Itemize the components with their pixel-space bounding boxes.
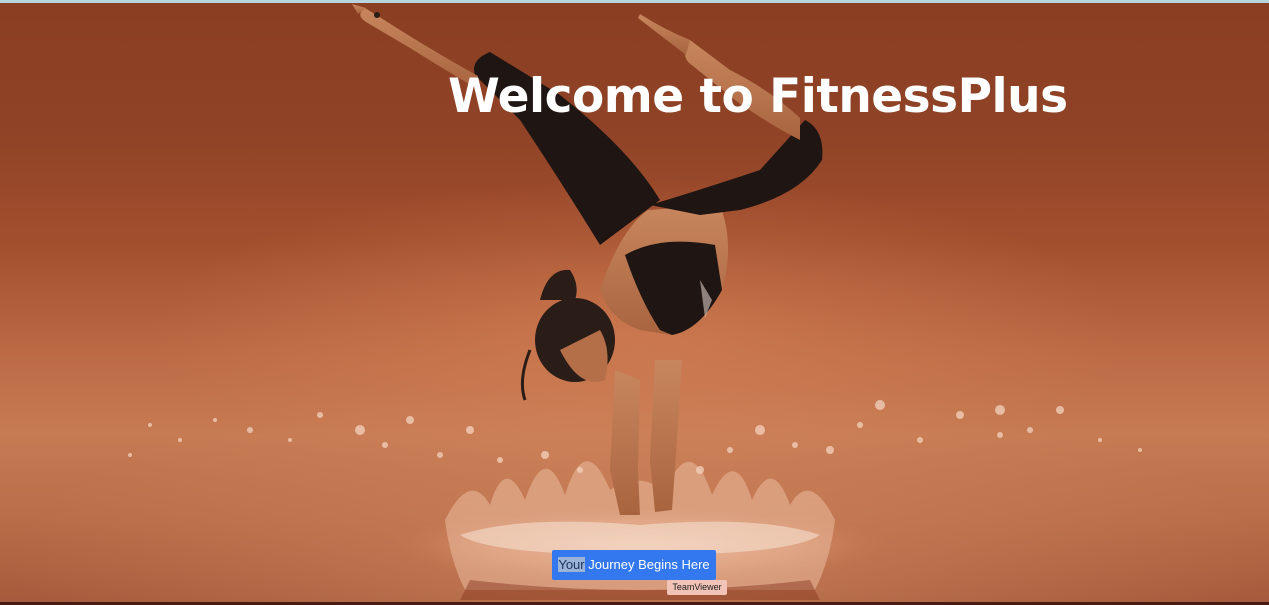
teamviewer-tooltip: TeamViewer: [667, 580, 727, 595]
selected-text: Your: [558, 557, 585, 572]
cta-label: Journey Begins Here: [584, 557, 710, 572]
hero-title: Welcome to FitnessPlus: [448, 69, 1068, 124]
page: Welcome to FitnessPlus Your Journey Begi…: [0, 0, 1269, 605]
journey-cta-button[interactable]: Your Journey Begins Here: [552, 550, 716, 580]
